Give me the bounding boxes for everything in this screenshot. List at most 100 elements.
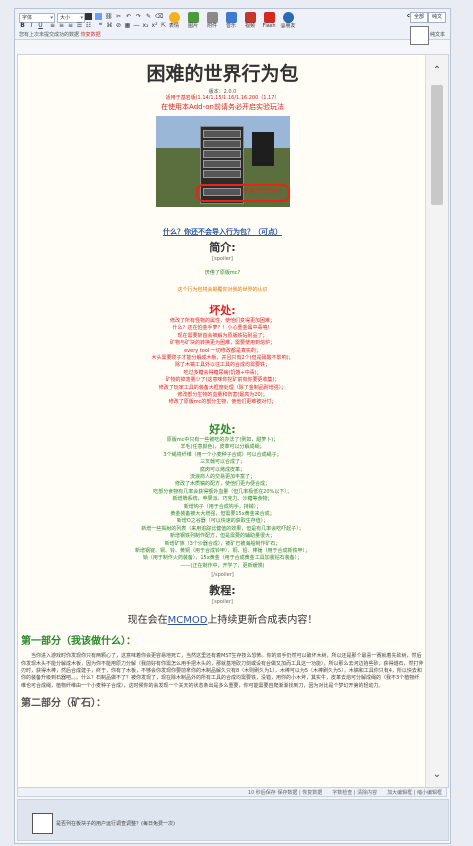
tool-label-flash: Flash xyxy=(262,23,276,29)
tired-line: 厌倦了原版mc? xyxy=(204,270,241,276)
scroll-thumb[interactable] xyxy=(431,85,443,205)
code-icon[interactable]: ⌘ xyxy=(106,22,113,29)
plain-text-checkbox[interactable] xyxy=(410,26,429,45)
cons-item: 什么？还在怕金手萝？！小心重金属中毒咯！ xyxy=(172,325,273,332)
cons-item: 修改了玩家工具的装备大框度处理（除了金制品耐增强）； xyxy=(158,384,287,391)
scroll-down-icon[interactable]: ⌄ xyxy=(430,769,444,781)
sup-icon[interactable]: x² xyxy=(151,22,158,29)
music-icon xyxy=(225,12,237,23)
survey-checkbox[interactable] xyxy=(32,813,53,834)
tool-label-at: @朋友 xyxy=(280,23,296,29)
table-icon[interactable]: ▦ xyxy=(124,22,131,29)
pros-item: 羊毛(任意颜色)，皮革可以分解成绳； xyxy=(180,444,265,451)
pros-list: 原版mc中只有一些被吃的办法了(例如，甜萝卜)； 羊毛(任意颜色)，皮革可以分解… xyxy=(21,437,424,570)
editor-area[interactable]: 困难的世界行为包 版本：2.0.0 适用于基岩版(1.14/1.15/1.16/… xyxy=(17,54,449,788)
pros-heading: 好处: xyxy=(209,422,236,436)
tool-label-music: 音乐 xyxy=(225,23,236,29)
pros-item: 锁（用于制作火药装备），15x黄金（用于合成黄金工具加装钻石装备）； xyxy=(142,555,303,562)
pros-item: 新增矿族（3个沙器合成），被矿已被海船制作矿石； xyxy=(164,540,281,547)
redo-icon[interactable]: ↷ xyxy=(135,13,142,20)
undo-icon[interactable]: ↶ xyxy=(125,13,132,20)
text-color-icon[interactable] xyxy=(85,13,92,20)
highlight-line: 这个行为包将会颠覆你对我的世界的认识 xyxy=(177,287,268,293)
mode-plain-button[interactable]: 纯文 xyxy=(428,12,446,23)
mode-plain-label: 纯文 xyxy=(431,14,442,20)
screenshot-caption: 这里请打开实验性玩法 xyxy=(241,188,282,193)
statusbar-text[interactable]: 10 秒后保存 保存数据 | 恢复数据 字数检查 | 清除内容 加大编辑框 | … xyxy=(248,790,442,796)
image-icon xyxy=(187,12,199,23)
post-content: 困难的世界行为包 版本：2.0.0 适用于基岩版(1.14/1.15/1.16/… xyxy=(21,55,424,787)
bg-color-icon[interactable] xyxy=(95,13,102,20)
align-center-icon[interactable]: ≡ xyxy=(58,22,65,29)
editor-scrollbar[interactable]: ⌃ ⌄ xyxy=(425,55,448,787)
screenshot-row xyxy=(202,150,241,158)
tutorial-heading: 教程: xyxy=(209,584,236,598)
mcmod-prefix: 现在会在 xyxy=(127,615,168,627)
spoiler-close: [/spoiler] xyxy=(211,572,234,579)
mcmod-line: 现在会在MCMOD上持续更新合成表内容！ xyxy=(21,611,424,626)
editor-frame: 字体 大小 ⛓ ✂ ↶ ↷ ✎ ⌫ B I U ≡ ≡ ≡ ☰ ☷ ❝ ⌘ ⊘ … xyxy=(14,8,451,844)
hr-icon[interactable]: ― xyxy=(133,22,140,29)
flash-icon xyxy=(263,12,275,23)
video-icon xyxy=(244,12,256,23)
mcmod-link[interactable]: MCMOD xyxy=(168,615,208,626)
screenshot-mob xyxy=(251,132,274,166)
image-tool[interactable]: 图片 xyxy=(184,12,202,30)
smiley-icon xyxy=(168,12,180,23)
sub-icon[interactable]: x₂ xyxy=(142,22,149,29)
screenshot-row xyxy=(202,130,241,138)
pros-item: 3个绳将纤维（用一个小麦种子合成）可以合成绳子； xyxy=(163,451,282,458)
pros-item: 新增钩子（用于合成钩手，持械）； xyxy=(183,503,262,510)
survey-label: 是否列在板块子的用户运行调查调整？(每日免费一次) xyxy=(56,821,175,827)
attachment-icon xyxy=(206,12,218,23)
emoticon-tool[interactable]: 表情 xyxy=(165,12,183,30)
flash-tool[interactable]: Flash xyxy=(260,12,278,30)
quote-icon[interactable]: ❝ xyxy=(97,22,104,29)
attachment-tool[interactable]: 附件 xyxy=(203,12,221,30)
tool-label-attachment: 附件 xyxy=(206,23,217,29)
mode-full-button[interactable]: 全部 xyxy=(410,12,428,23)
post-title: 困难的世界行为包 xyxy=(146,63,299,85)
bold-icon[interactable]: B xyxy=(19,22,26,29)
addon-warning: 在使用本Add-on前请务必开启实验玩法 xyxy=(161,103,284,111)
mcmod-suffix: 上持续更新合成表内容！ xyxy=(207,615,318,627)
link-icon[interactable]: ⛓ xyxy=(105,13,113,20)
unordered-list-icon[interactable]: ☷ xyxy=(85,22,92,29)
version-text: 版本：2.0.0 xyxy=(208,89,237,95)
pros-item: 修改了木质镐的配方，使他们更为便合成； xyxy=(174,481,270,488)
align-right-icon[interactable]: ≡ xyxy=(67,22,74,29)
unlink-icon[interactable]: ✂ xyxy=(115,13,122,20)
toolbar: 字体 大小 ⛓ ✂ ↶ ↷ ✎ ⌫ B I U ≡ ≡ ≡ ☰ ☷ ❝ ⌘ ⊘ … xyxy=(15,9,450,40)
at-friend-tool[interactable]: @朋友 xyxy=(279,12,297,30)
cons-list: 修改了所有怪物的属性，使他们变得更加困难； 什么？还在怕金手萝？！小心重金属中毒… xyxy=(21,318,424,407)
spoiler-open: [spoiler] xyxy=(212,256,233,262)
ordered-list-icon[interactable]: ☰ xyxy=(76,22,83,29)
screenshot-row xyxy=(202,140,241,148)
restore-hint-text: 您有上次未提交成功的数据 xyxy=(19,32,80,38)
format-brush-icon[interactable]: ✎ xyxy=(145,13,152,20)
pros-item: 新增牌系统，苹果派、巧克力、沙糖等食物； xyxy=(172,496,273,503)
tool-label-image: 图片 xyxy=(187,23,198,29)
plain-text-label: 纯文本 xyxy=(430,32,446,38)
align-left-icon[interactable]: ≡ xyxy=(49,22,56,29)
part1-paragraph: 当你进入游戏时你发现你只有两颗心了，这意味着你会更容易地死亡，当然这里还有着MS… xyxy=(21,653,424,689)
pros-item: 三叉戟可以合成了； xyxy=(199,459,245,466)
cons-item: 矿物与矿块的转换更为困难，需要使用到熔炉； xyxy=(169,340,275,347)
screenshot-row xyxy=(202,170,241,178)
music-tool[interactable]: 音乐 xyxy=(222,12,240,30)
clear-format-icon[interactable]: ⌫ xyxy=(155,13,163,20)
hide-icon[interactable]: ⊘ xyxy=(115,22,122,29)
spoiler-open-2: [spoiler] xyxy=(212,599,233,606)
italic-icon[interactable]: I xyxy=(28,22,35,29)
restore-hint: 您有上次未提交成功的数据 恢复数据 xyxy=(19,31,101,38)
import-help-link[interactable]: 什么？你还不会导入行为包？（可点） xyxy=(21,227,424,237)
scroll-up-icon[interactable]: ⌃ xyxy=(430,65,444,77)
pros-item: ——(正在制作中，开学了，更新缓慢) xyxy=(180,562,265,569)
pros-item: 腐肉可以烤成皮革； xyxy=(199,466,245,473)
cons-item: 除了木镐工具外以往工具的合成均需要铁； xyxy=(174,362,270,369)
extra-options-panel: 是否列在板块子的用户运行调查调整？(每日免费一次) xyxy=(17,799,449,841)
underline-icon[interactable]: U xyxy=(37,22,44,29)
video-tool[interactable]: 视频 xyxy=(241,12,259,30)
pros-item: 新增钢铁列制作配方，但是需要的辅助量很大； xyxy=(169,533,275,540)
restore-link[interactable]: 恢复数据 xyxy=(81,32,101,38)
